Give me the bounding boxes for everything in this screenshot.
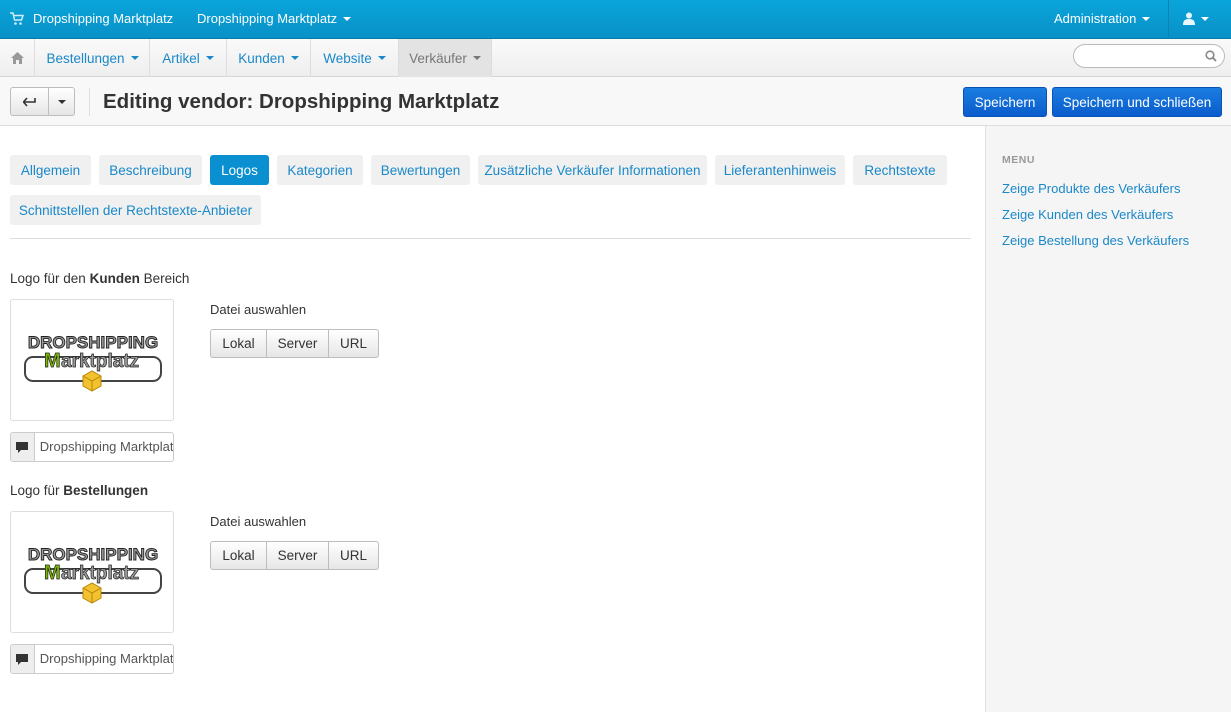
home-button[interactable]	[0, 39, 35, 77]
lokal-button[interactable]: Lokal	[211, 330, 267, 357]
right-sidebar: MENU Zeige Produkte des Verkäufers Zeige…	[985, 126, 1231, 712]
main-nav: Bestellungen Artikel Kunden Website Verk…	[0, 39, 1231, 77]
nav-item-artikel[interactable]: Artikel	[150, 39, 227, 77]
url-button[interactable]: URL	[329, 330, 378, 357]
file-select-label: Datei auswahlen	[210, 514, 307, 529]
sidebar-link-bestellung[interactable]: Zeige Bestellung des Verkäufers	[1002, 233, 1189, 248]
nav-item-verkaeufer[interactable]: Verkäufer	[399, 39, 492, 77]
chevron-down-icon	[290, 56, 299, 60]
nav-item-bestellungen[interactable]: Bestellungen	[36, 39, 150, 77]
page-title: Editing vendor: Dropshipping Marktplatz	[103, 90, 500, 113]
url-button[interactable]: URL	[329, 542, 378, 569]
tab-allgemein[interactable]: Allgemein	[10, 155, 91, 185]
nav-item-kunden[interactable]: Kunden	[227, 39, 311, 77]
section-title-kunden: Logo für den Kunden Bereich	[10, 271, 190, 286]
store-menu-label: Dropshipping Marktplatz	[197, 11, 338, 26]
svg-text:arktplatz: arktplatz	[61, 351, 139, 372]
back-arrow-icon	[22, 96, 36, 107]
file-source-buttons: Lokal Server URL	[210, 329, 379, 358]
svg-text:M: M	[44, 350, 61, 372]
logo-preview-kunden[interactable]: DROPSHIPPING M arktplatz	[10, 299, 174, 421]
chevron-down-icon	[343, 16, 352, 21]
tab-bewertungen[interactable]: Bewertungen	[371, 155, 470, 185]
home-icon	[10, 52, 24, 64]
divider	[1168, 0, 1169, 39]
cart-icon	[10, 11, 24, 25]
chevron-down-icon	[1142, 16, 1151, 21]
comment-icon	[11, 645, 35, 673]
tab-beschreibung[interactable]: Beschreibung	[99, 155, 202, 185]
back-button-group	[10, 87, 75, 116]
tab-lieferantenhinweis[interactable]: Lieferantenhinweis	[715, 155, 845, 185]
server-button[interactable]: Server	[267, 542, 329, 569]
search-box	[1073, 44, 1225, 68]
sidebar-link-produkte[interactable]: Zeige Produkte des Verkäufers	[1002, 181, 1181, 196]
brand-label: Dropshipping Marktplatz	[33, 11, 174, 26]
brand-link[interactable]: Dropshipping Marktplatz	[10, 11, 173, 26]
administration-menu[interactable]: Administration	[1054, 11, 1151, 26]
lokal-button[interactable]: Lokal	[211, 542, 267, 569]
tab-zusaetzliche-verkaeufer-informationen[interactable]: Zusätzliche Verkäufer Informationen	[478, 155, 707, 185]
logo-caption-field-bestellungen[interactable]: Dropshipping Marktplatz	[10, 644, 174, 674]
sidebar-link-kunden[interactable]: Zeige Kunden des Verkäufers	[1002, 207, 1173, 222]
nav-item-website[interactable]: Website	[311, 39, 399, 77]
comment-icon	[11, 433, 35, 461]
logo-preview-bestellungen[interactable]: DROPSHIPPING M arktplatz	[10, 511, 174, 633]
search-input[interactable]	[1084, 45, 1204, 67]
file-select-label: Datei auswahlen	[210, 302, 307, 317]
tab-kategorien[interactable]: Kategorien	[277, 155, 363, 185]
chevron-down-icon	[130, 56, 139, 60]
tab-logos[interactable]: Logos	[210, 155, 269, 185]
back-button[interactable]	[11, 88, 49, 115]
divider	[89, 88, 90, 116]
sidebar-menu-title: MENU	[1002, 154, 1035, 166]
tab-schnittstellen-rechtstexte-anbieter[interactable]: Schnittstellen der Rechtstexte-Anbieter	[10, 195, 261, 225]
server-button[interactable]: Server	[267, 330, 329, 357]
user-menu[interactable]	[1183, 12, 1209, 25]
store-menu[interactable]: Dropshipping Marktplatz	[197, 11, 352, 26]
file-source-buttons: Lokal Server URL	[210, 541, 379, 570]
vendor-logo: DROPSHIPPING M arktplatz	[24, 545, 162, 604]
vendor-logo: DROPSHIPPING M arktplatz	[24, 333, 162, 392]
svg-text:M: M	[44, 562, 61, 584]
chevron-down-icon	[57, 99, 66, 104]
user-icon	[1183, 12, 1195, 25]
logo-caption-value: Dropshipping Marktplatz	[39, 651, 173, 666]
action-toolbar: Editing vendor: Dropshipping Marktplatz …	[0, 77, 1231, 126]
top-bar: Dropshipping Marktplatz Dropshipping Mar…	[0, 0, 1231, 39]
save-button[interactable]: Speichern	[963, 87, 1047, 117]
logo-caption-field-kunden[interactable]: Dropshipping Marktplatz	[10, 432, 174, 462]
logo-caption-value: Dropshipping Marktplatz	[39, 439, 173, 454]
chevron-down-icon	[1201, 16, 1209, 21]
save-and-close-button[interactable]: Speichern und schließen	[1052, 87, 1222, 117]
chevron-down-icon	[472, 56, 481, 60]
tab-rechtstexte[interactable]: Rechtstexte	[853, 155, 947, 185]
chevron-down-icon	[377, 56, 386, 60]
back-dropdown-button[interactable]	[49, 88, 74, 115]
svg-text:arktplatz: arktplatz	[61, 563, 139, 584]
chevron-down-icon	[205, 56, 214, 60]
section-title-bestellungen: Logo für Bestellungen	[10, 483, 149, 498]
search-icon[interactable]	[1205, 50, 1217, 62]
tabs-divider	[10, 238, 971, 239]
administration-menu-label: Administration	[1054, 11, 1137, 26]
